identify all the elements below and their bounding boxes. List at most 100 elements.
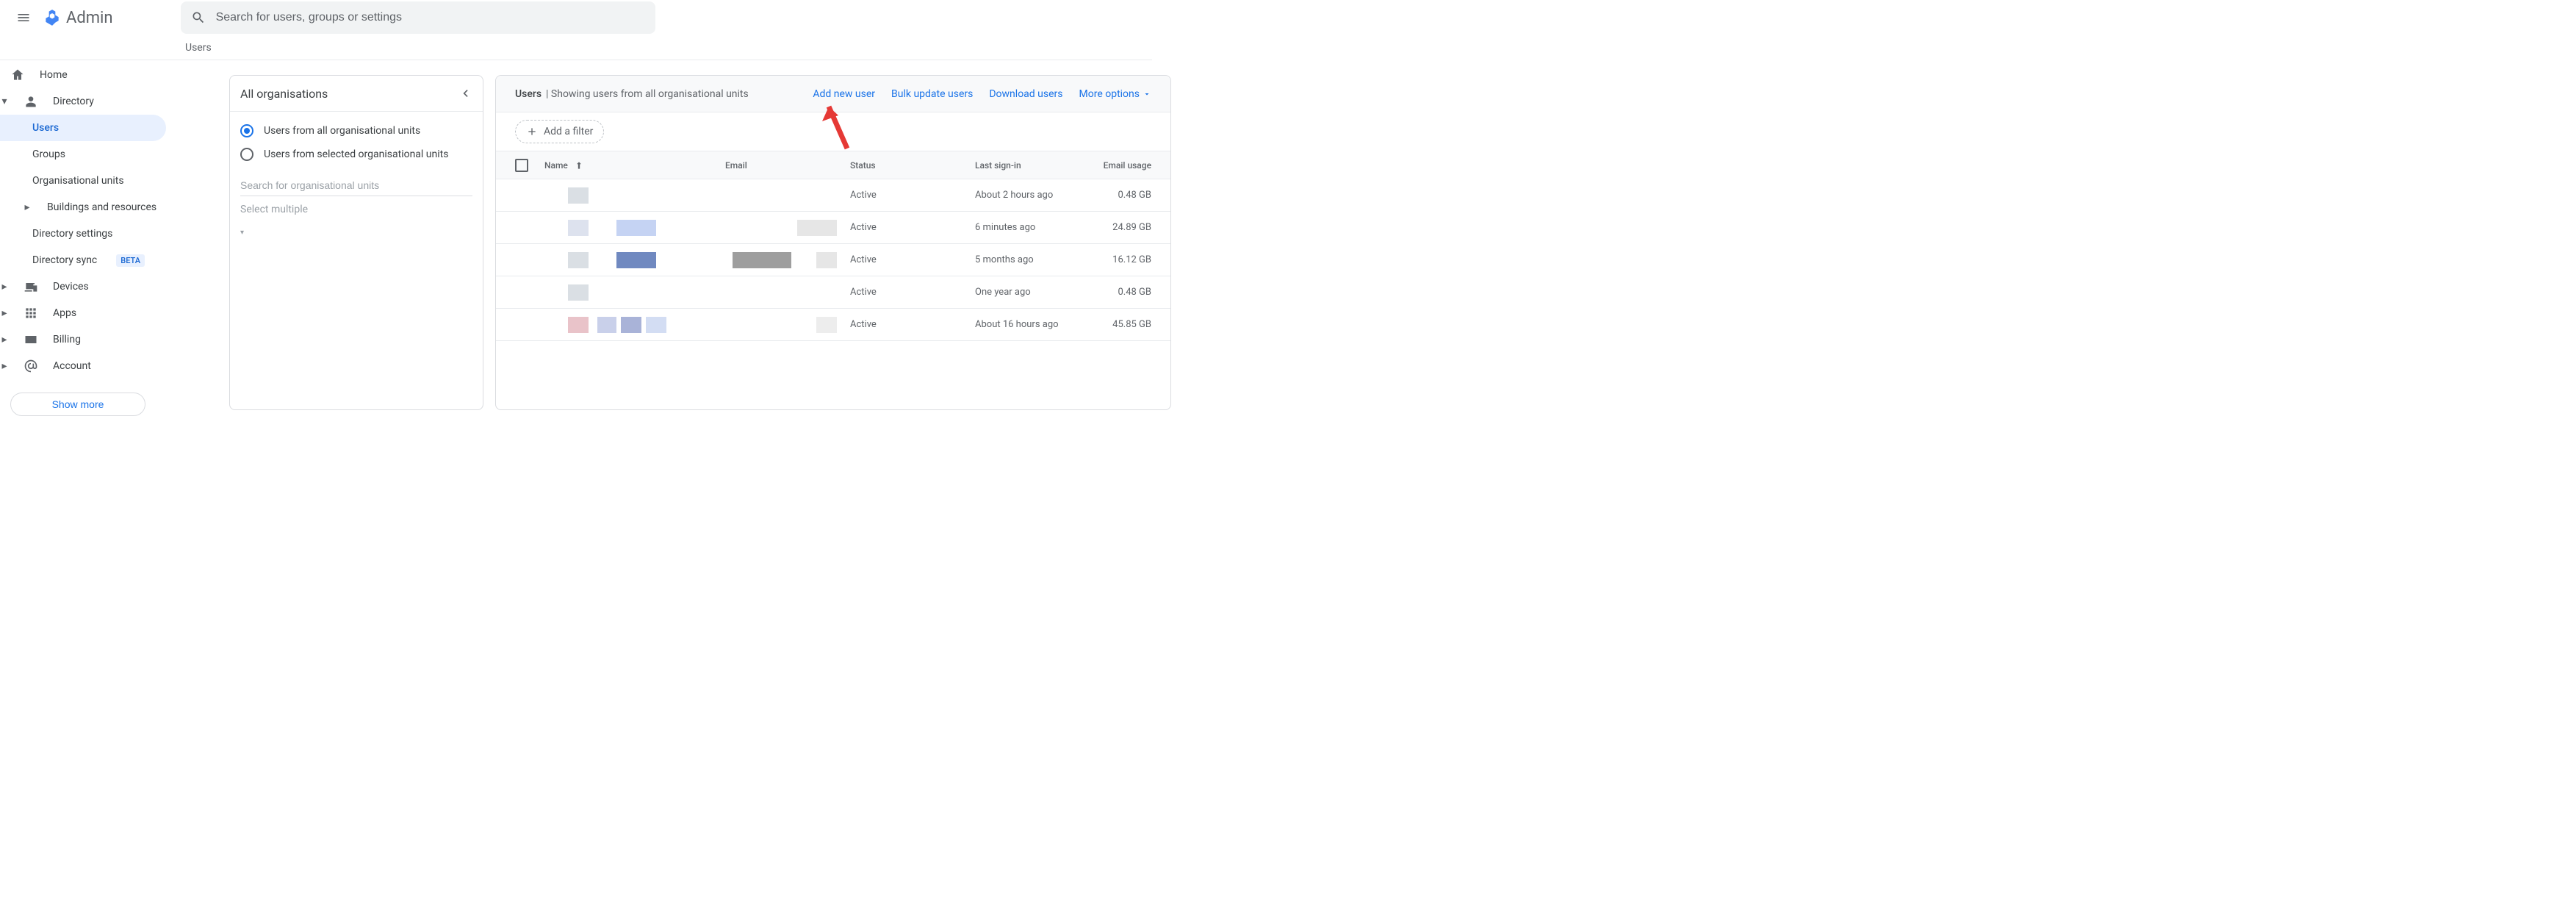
at-icon: [24, 359, 38, 373]
org-panel-title: All organisations: [240, 87, 328, 101]
cell-email: [725, 317, 850, 333]
org-panel: All organisations Users from all organis…: [229, 75, 483, 410]
sidebar-label: Organisational units: [32, 175, 124, 187]
apps-icon: [24, 306, 38, 320]
top-header: Admin: [0, 0, 1152, 35]
breadcrumb: Users: [0, 35, 1152, 60]
search-icon: [191, 10, 206, 25]
col-name[interactable]: Name: [544, 160, 725, 171]
col-usage[interactable]: Email usage: [1098, 160, 1151, 171]
sidebar-item-dir-sync[interactable]: Directory sync BETA: [0, 247, 166, 273]
cell-name: [544, 317, 725, 333]
radio-selected-units[interactable]: Users from selected organisational units: [240, 143, 472, 166]
devices-icon: [24, 279, 38, 294]
cell-signin: 5 months ago: [975, 254, 1098, 265]
table-row[interactable]: ActiveOne year ago0.48 GB: [496, 276, 1170, 309]
cell-signin: About 16 hours ago: [975, 319, 1098, 330]
sidebar-label: Groups: [32, 148, 65, 160]
table-header: Name Email Status Last sign-in Email usa…: [496, 151, 1170, 179]
caret-right-icon: ▸: [0, 281, 9, 293]
collapse-panel-button[interactable]: [458, 86, 472, 101]
cell-status: Active: [850, 190, 975, 201]
home-icon: [10, 68, 25, 82]
col-email[interactable]: Email: [725, 160, 850, 171]
col-signin[interactable]: Last sign-in: [975, 160, 1098, 171]
breadcrumb-current: Users: [185, 42, 212, 54]
sidebar-item-apps[interactable]: ▸ Apps: [0, 300, 166, 326]
cell-usage: 24.89 GB: [1098, 222, 1151, 233]
org-search-input[interactable]: [240, 175, 472, 196]
search-input[interactable]: [216, 11, 645, 24]
table-row[interactable]: Active5 months ago16.12 GB: [496, 244, 1170, 276]
radio-icon: [240, 148, 253, 161]
sidebar-item-dir-settings[interactable]: Directory settings: [0, 221, 166, 247]
sidebar-item-org-units[interactable]: Organisational units: [0, 168, 166, 194]
add-filter-label: Add a filter: [544, 126, 593, 137]
org-tree-toggle[interactable]: ▾: [230, 215, 483, 250]
sidebar-item-home[interactable]: Home: [0, 62, 166, 88]
sidebar-item-users[interactable]: Users: [0, 115, 166, 141]
sidebar-label: Buildings and resources: [47, 201, 156, 213]
cell-signin: One year ago: [975, 287, 1098, 298]
more-options-button[interactable]: More options: [1079, 88, 1152, 100]
cell-name: [544, 252, 725, 268]
sidebar-item-groups[interactable]: Groups: [0, 141, 166, 168]
table-row[interactable]: Active6 minutes ago24.89 GB: [496, 212, 1170, 244]
radio-label: Users from all organisational units: [264, 125, 420, 137]
beta-badge: BETA: [116, 254, 145, 267]
admin-logo[interactable]: Admin: [43, 8, 113, 27]
users-panel-title: Users | Showing users from all organisat…: [515, 88, 749, 100]
bulk-update-users-button[interactable]: Bulk update users: [891, 88, 973, 100]
sort-asc-icon: [574, 160, 584, 171]
sidebar-label: Directory settings: [32, 228, 112, 240]
users-panel: Users | Showing users from all organisat…: [495, 75, 1171, 410]
select-multiple-link[interactable]: Select multiple: [230, 196, 483, 215]
sidebar-label: Directory sync: [32, 254, 97, 266]
cell-status: Active: [850, 222, 975, 233]
cell-usage: 0.48 GB: [1098, 287, 1151, 298]
cell-status: Active: [850, 287, 975, 298]
app-name: Admin: [66, 9, 113, 27]
admin-logo-icon: [43, 8, 62, 27]
content: All organisations Users from all organis…: [166, 60, 1171, 429]
sidebar-label: Users: [32, 122, 59, 134]
plus-icon: [526, 126, 538, 137]
table-row[interactable]: ActiveAbout 16 hours ago45.85 GB: [496, 309, 1170, 341]
cell-usage: 0.48 GB: [1098, 190, 1151, 201]
col-status[interactable]: Status: [850, 160, 975, 171]
cell-status: Active: [850, 319, 975, 330]
cell-name: [544, 284, 725, 301]
caret-down-icon: ▾: [0, 96, 9, 107]
select-all-checkbox[interactable]: [515, 159, 528, 172]
card-icon: [24, 332, 38, 347]
cell-status: Active: [850, 254, 975, 265]
sidebar-item-billing[interactable]: ▸ Billing: [0, 326, 166, 353]
sidebar-item-directory[interactable]: ▾ Directory: [0, 88, 166, 115]
sidebar-label: Billing: [53, 334, 81, 345]
cell-usage: 45.85 GB: [1098, 319, 1151, 330]
table-row[interactable]: ActiveAbout 2 hours ago0.48 GB: [496, 179, 1170, 212]
radio-icon: [240, 124, 253, 137]
hamburger-icon: [16, 10, 31, 25]
search-box[interactable]: [181, 1, 655, 34]
sidebar-item-account[interactable]: ▸ Account: [0, 353, 166, 379]
sidebar-label: Home: [40, 69, 68, 81]
show-more-button[interactable]: Show more: [10, 393, 145, 416]
radio-label: Users from selected organisational units: [264, 148, 448, 160]
caret-right-icon: ▸: [0, 307, 9, 319]
main-menu-button[interactable]: [6, 0, 41, 35]
sidebar-item-devices[interactable]: ▸ Devices: [0, 273, 166, 300]
caret-down-icon: [1143, 90, 1151, 98]
add-new-user-button[interactable]: Add new user: [813, 88, 875, 100]
table-body: ActiveAbout 2 hours ago0.48 GBActive6 mi…: [496, 179, 1170, 409]
cell-signin: About 2 hours ago: [975, 190, 1098, 201]
sidebar-label: Apps: [53, 307, 76, 319]
sidebar-item-buildings[interactable]: ▸ Buildings and resources: [0, 194, 166, 221]
cell-email: [725, 252, 850, 268]
chevron-left-icon: [458, 86, 472, 101]
add-filter-chip[interactable]: Add a filter: [515, 120, 604, 143]
caret-right-icon: ▸: [0, 334, 9, 345]
radio-all-units[interactable]: Users from all organisational units: [240, 119, 472, 143]
cell-email: [725, 220, 850, 236]
download-users-button[interactable]: Download users: [989, 88, 1062, 100]
